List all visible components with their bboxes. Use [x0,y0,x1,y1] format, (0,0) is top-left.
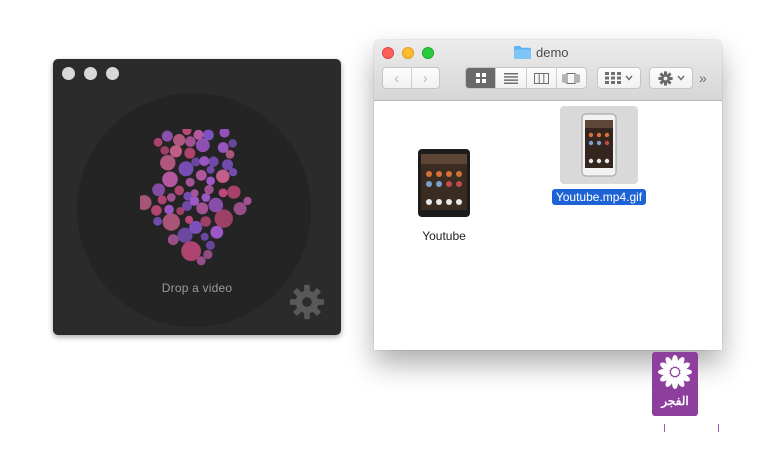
zoom-button[interactable] [106,67,119,80]
arrow-bubble [218,188,228,198]
arrow-bubble [157,195,167,205]
arrow-bubble [204,184,214,195]
arrange-button[interactable] [597,67,641,89]
arrow-bubble [200,216,211,227]
arrow-bubble [185,215,194,224]
list-icon [503,72,518,84]
decorative-tick [664,424,665,432]
columns-icon [533,72,549,84]
arrow-bubble [176,207,185,215]
arrow-bubble [216,169,230,183]
toolbar-overflow-button[interactable]: » [699,70,707,86]
finder-zoom-button[interactable] [422,47,434,59]
drop-arrow-icon [140,129,252,266]
arrow-bubble [169,145,182,158]
arrow-bubble [199,156,210,167]
arrow-bubble [167,193,176,202]
arrow-bubble [196,256,206,266]
grid-icon [475,73,486,83]
chevron-down-icon [625,75,633,81]
logo-text: الفجر [661,394,689,408]
arrange-grid-icon [605,72,621,84]
arrow-bubble [227,185,241,199]
gallery-view-button[interactable] [555,68,586,88]
arrow-bubble [225,149,235,159]
arrow-bubble [206,176,215,186]
file-name-selected[interactable]: Youtube.mp4.gif [551,189,647,205]
arrow-bubble [203,129,214,141]
arrow-bubble [208,156,219,167]
action-button[interactable] [649,67,693,89]
arrow-bubble [193,129,204,140]
arrow-bubble [195,138,210,153]
arrow-bubble [205,240,215,250]
arrow-bubble [229,168,238,177]
finder-window: demo ‹ › » Youtube Youtube.mp4.gif [374,40,722,350]
window-title-text: demo [536,45,569,60]
arrow-bubble [185,177,195,187]
arrow-bubble [195,169,207,181]
close-button[interactable] [62,67,75,80]
arrow-bubble [233,202,247,216]
cover-flow-icon [562,72,580,84]
arrow-bubble [152,183,165,197]
video-thumbnail-icon [418,149,470,217]
action-gear-icon [657,70,673,86]
back-button[interactable]: ‹ [383,68,411,88]
file-item-youtube-gif[interactable]: Youtube.mp4.gif [539,106,659,206]
arrow-bubble [151,205,162,216]
back-forward-control: ‹ › [382,67,440,89]
view-mode-control [465,67,587,89]
arrow-bubble [167,234,179,246]
finder-close-button[interactable] [382,47,394,59]
arrow-bubble [161,130,173,142]
file-name: Youtube [422,229,466,243]
arrow-bubble [140,195,152,211]
arrow-bubble [228,139,237,148]
finder-toolbar: demo ‹ › » [374,40,722,101]
list-view-button[interactable] [495,68,525,88]
arrow-bubble [162,171,178,188]
gif-app-window: Drop a video [53,59,341,335]
arrow-bubble [243,196,252,206]
arrow-bubble [162,213,180,231]
arrow-bubble [200,232,209,241]
arrow-bubble [160,155,176,171]
forward-button[interactable]: › [410,68,440,88]
arrow-bubble [208,197,224,213]
file-item-youtube[interactable]: Youtube [394,148,494,245]
selection-highlight [560,106,638,184]
gear-icon[interactable] [288,283,326,321]
arrow-bubble [178,161,194,177]
arrow-bubble [184,147,196,159]
finder-minimize-button[interactable] [402,47,414,59]
arrow-bubble [206,165,215,174]
channel-logo: الفجر [652,352,698,416]
window-title: demo [514,45,569,60]
folder-icon [514,46,531,59]
chevron-down-icon [676,75,685,81]
arrow-bubble [201,193,211,202]
window-controls [62,67,119,80]
gif-thumbnail-icon [581,113,617,177]
arrow-bubble [191,157,201,167]
arrow-bubble [185,136,196,147]
arrow-bubble [173,134,186,147]
decorative-tick [718,424,719,432]
arrow-bubble [164,204,174,215]
arrow-bubble [189,196,200,206]
arrow-bubble [210,225,224,239]
arrow-bubble [203,249,213,260]
finder-window-controls [382,47,434,59]
arrow-bubble [153,216,162,226]
column-view-button[interactable] [525,68,556,88]
icon-view-button[interactable] [466,68,496,88]
arrow-bubble [153,137,163,147]
arrow-bubble [196,202,209,215]
arrow-bubble [182,129,192,136]
arrow-bubble [174,185,184,196]
arrow-bubble [160,146,170,155]
arrow-bubble [219,129,230,138]
minimize-button[interactable] [84,67,97,80]
